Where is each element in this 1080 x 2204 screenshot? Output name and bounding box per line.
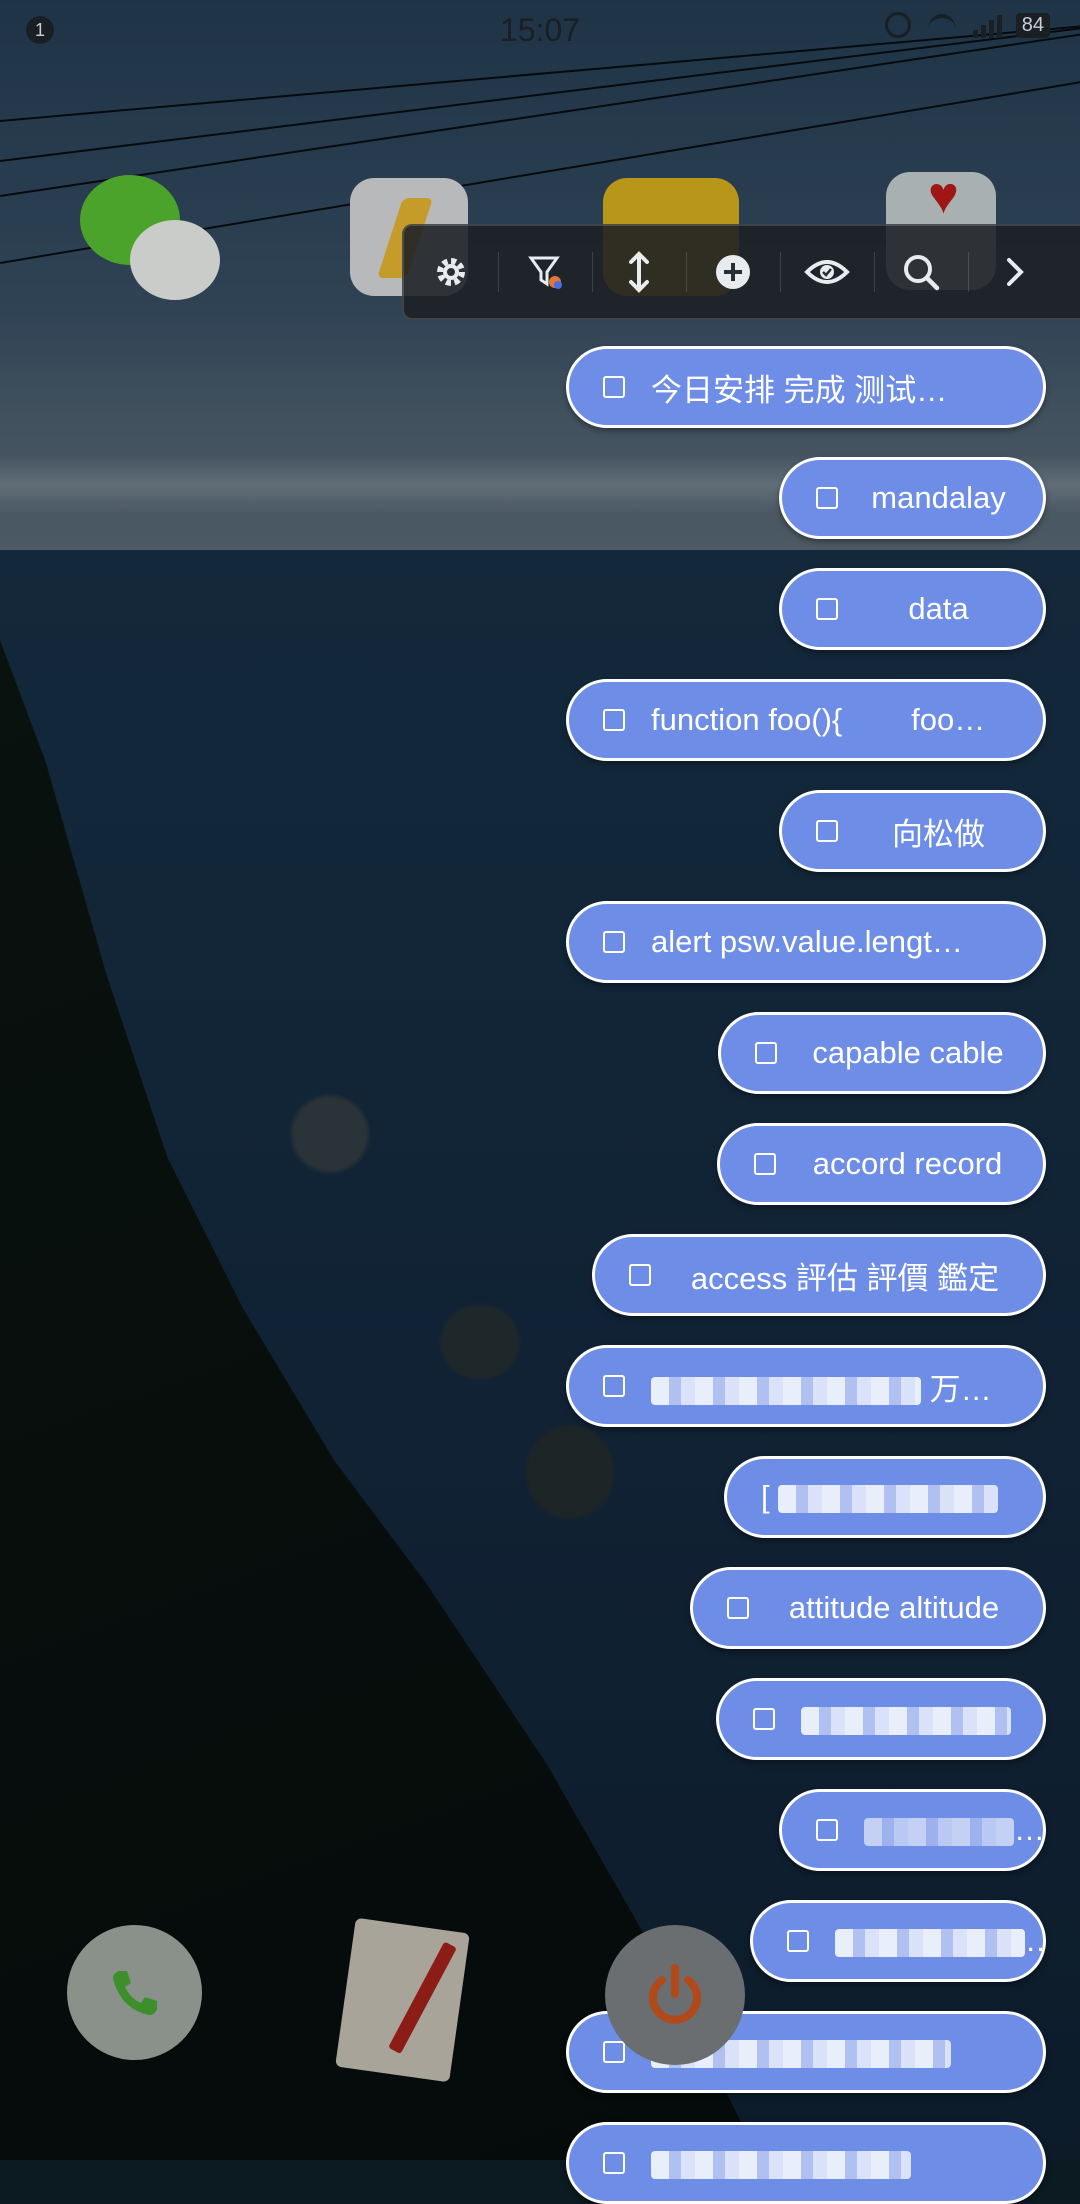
clip-text: attitude altitude bbox=[788, 1590, 1000, 1625]
checkbox[interactable] bbox=[603, 709, 625, 731]
redaction-blur bbox=[801, 1706, 1011, 1735]
search-icon[interactable] bbox=[874, 224, 968, 320]
clip-item[interactable]: capable cable bbox=[718, 1012, 1046, 1094]
checkbox[interactable] bbox=[755, 1042, 777, 1064]
clip-item[interactable]: data bbox=[779, 568, 1046, 650]
checkbox[interactable] bbox=[603, 931, 625, 953]
clip-text: 万… bbox=[651, 1364, 1043, 1409]
checkbox[interactable] bbox=[603, 2152, 625, 2174]
power-app-icon[interactable] bbox=[605, 1925, 745, 2065]
clip-text bbox=[864, 1812, 1043, 1848]
clip-item[interactable]: accord record bbox=[717, 1123, 1046, 1205]
clip-text: accord record bbox=[812, 1146, 1003, 1181]
clip-text bbox=[801, 1701, 1043, 1737]
clip-item-redacted[interactable]: [ bbox=[724, 1456, 1046, 1538]
settings-icon[interactable] bbox=[404, 224, 498, 320]
clip-text: data bbox=[908, 591, 969, 626]
battery-icon: 84 bbox=[1015, 12, 1050, 38]
clip-item[interactable]: attitude altitude bbox=[690, 1567, 1046, 1649]
checkbox[interactable] bbox=[603, 2041, 625, 2063]
redaction-blur bbox=[651, 2150, 911, 2179]
clip-text bbox=[651, 2145, 1043, 2181]
add-icon[interactable] bbox=[686, 224, 780, 320]
checkbox[interactable] bbox=[816, 487, 838, 509]
clip-item-redacted[interactable] bbox=[716, 1678, 1046, 1760]
status-time: 15:07 bbox=[500, 12, 581, 48]
status-bar: 1 15:07 84 bbox=[0, 0, 1080, 60]
clip-text: [ bbox=[727, 1479, 1043, 1515]
clip-text-visible: [ bbox=[761, 1479, 770, 1514]
clip-item[interactable]: mandalay bbox=[779, 457, 1046, 539]
clip-item[interactable]: 今日安排 完成 测试… bbox=[566, 346, 1046, 428]
chevron-right-icon[interactable] bbox=[968, 224, 1062, 320]
clip-text bbox=[835, 1923, 1043, 1959]
clip-text: 今日安排 完成 测试… bbox=[651, 372, 948, 408]
clip-item[interactable]: access 評估 評價 鑑定 bbox=[592, 1234, 1046, 1316]
filter-icon[interactable] bbox=[498, 224, 592, 320]
redaction-blur bbox=[864, 1817, 1014, 1846]
phone-app-icon[interactable] bbox=[67, 1925, 202, 2060]
clip-text: 向松做 bbox=[892, 816, 985, 852]
clip-item[interactable]: 向松做 bbox=[779, 790, 1046, 872]
checkbox[interactable] bbox=[727, 1597, 749, 1619]
checkbox[interactable] bbox=[816, 820, 838, 842]
clip-item-redacted[interactable] bbox=[779, 1789, 1046, 1871]
redaction-blur bbox=[835, 1928, 1025, 1957]
checkbox[interactable] bbox=[787, 1930, 809, 1952]
clip-text: access 評估 評價 鑑定 bbox=[690, 1260, 1000, 1296]
checkbox[interactable] bbox=[603, 376, 625, 398]
checkbox[interactable] bbox=[816, 598, 838, 620]
status-icons: 84 bbox=[884, 12, 1050, 38]
clip-text-visible: 万… bbox=[929, 1371, 992, 1407]
clip-text: alert psw.value.lengt… bbox=[651, 924, 963, 959]
checkbox[interactable] bbox=[629, 1264, 651, 1286]
eye-icon[interactable] bbox=[780, 224, 874, 320]
wechat-app-icon[interactable] bbox=[80, 175, 220, 305]
clipboard-toolbar bbox=[402, 224, 1080, 320]
notes-app-icon[interactable] bbox=[335, 1917, 470, 2083]
clip-item[interactable]: alert psw.value.lengt… bbox=[566, 901, 1046, 983]
checkbox[interactable] bbox=[753, 1708, 775, 1730]
checkbox[interactable] bbox=[603, 1375, 625, 1397]
clip-text: function foo(){ foo… bbox=[651, 702, 986, 737]
redaction-blur bbox=[778, 1484, 999, 1513]
notification-badge: 1 bbox=[26, 16, 54, 44]
checkbox[interactable] bbox=[754, 1153, 776, 1175]
clip-item-redacted[interactable] bbox=[750, 1900, 1046, 1982]
checkbox[interactable] bbox=[816, 1819, 838, 1841]
expand-vertical-icon[interactable] bbox=[592, 224, 686, 320]
clip-item-redacted[interactable]: 万… bbox=[566, 1345, 1046, 1427]
redaction-blur bbox=[651, 1377, 921, 1406]
alarm-icon bbox=[884, 12, 911, 38]
clip-text: capable cable bbox=[812, 1035, 1004, 1070]
wifi-icon bbox=[925, 12, 959, 38]
signal-icon bbox=[972, 12, 1002, 38]
clip-item[interactable]: function foo(){ foo… bbox=[566, 679, 1046, 761]
clip-text: mandalay bbox=[871, 480, 1006, 515]
clip-item-redacted[interactable] bbox=[566, 2122, 1046, 2204]
